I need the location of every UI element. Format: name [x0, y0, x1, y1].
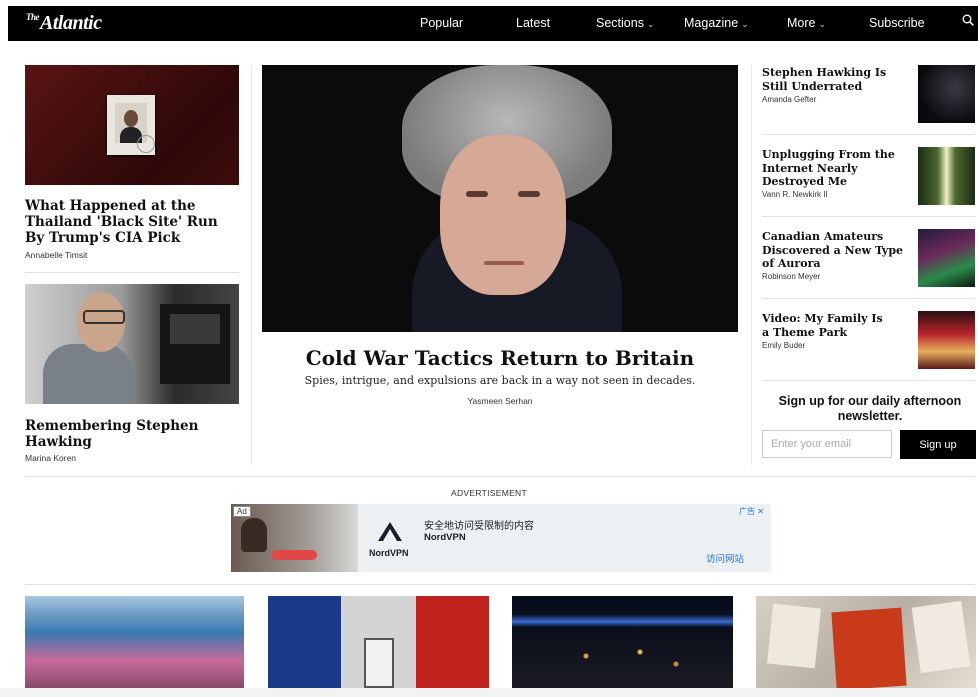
nav-more[interactable]: More ⌄	[787, 16, 826, 30]
sign-up-button[interactable]: Sign up	[900, 430, 976, 459]
divider	[25, 476, 975, 477]
ad-cta-link[interactable]: 访问网站	[706, 551, 744, 565]
ad-badge: Ad	[233, 506, 251, 517]
ad-headline[interactable]: 安全地访问受限制的内容	[424, 517, 534, 532]
nav-magazine[interactable]: Magazine ⌄	[684, 16, 749, 30]
feature-story-image[interactable]	[262, 65, 738, 332]
right-story-title[interactable]: Video: My Family Is a Theme Park	[762, 312, 892, 339]
right-story-thumbnail[interactable]	[918, 147, 975, 205]
nav-popular[interactable]: Popular	[420, 16, 463, 30]
right-story-thumbnail[interactable]	[918, 229, 975, 287]
right-story-author[interactable]: Vann R. Newkirk II	[762, 190, 828, 199]
right-story-author[interactable]: Robinson Meyer	[762, 272, 820, 281]
column-divider	[751, 65, 752, 465]
top-nav: TheAtlantic Popular Latest Sections ⌄ Mag…	[8, 6, 978, 41]
bottom-story-image[interactable]	[25, 596, 244, 688]
divider	[762, 216, 975, 217]
left-story-title[interactable]: Remembering Stephen Hawking	[25, 418, 225, 450]
column-divider	[251, 65, 252, 465]
bottom-story-image[interactable]	[512, 596, 733, 688]
passport-photo	[107, 95, 155, 155]
chevron-down-icon: ⌄	[646, 19, 655, 29]
close-icon[interactable]: ✕	[755, 507, 764, 516]
nordvpn-logo-icon	[378, 522, 402, 541]
left-story-author[interactable]: Annabelle Timsit	[25, 250, 87, 260]
email-field[interactable]	[762, 430, 892, 458]
newsletter-title: Sign up for our daily afternoon newslett…	[778, 394, 962, 423]
ad-brand: NordVPN	[424, 532, 466, 543]
right-story-author[interactable]: Emily Buder	[762, 341, 805, 350]
ad-choices[interactable]: 广告 ✕	[739, 506, 764, 517]
nav-subscribe[interactable]: Subscribe	[869, 16, 925, 30]
ad-banner[interactable]: Ad NordVPN 安全地访问受限制的内容 NordVPN 访问网站 广告 ✕	[231, 504, 771, 572]
right-story-title[interactable]: Canadian Amateurs Discovered a New Type …	[762, 230, 908, 271]
nav-latest[interactable]: Latest	[516, 16, 550, 30]
divider	[762, 134, 975, 135]
chevron-down-icon: ⌄	[741, 19, 749, 29]
chevron-down-icon: ⌄	[818, 19, 827, 29]
nav-sections[interactable]: Sections ⌄	[596, 16, 655, 30]
divider	[762, 298, 975, 299]
hawking-story-image[interactable]	[25, 284, 239, 404]
right-story-title[interactable]: Unplugging From the Internet Nearly Dest…	[762, 148, 908, 189]
bottom-story-image[interactable]	[268, 596, 489, 688]
left-story-title[interactable]: What Happened at the Thailand 'Black Sit…	[25, 198, 239, 246]
left-story-author[interactable]: Marina Koren	[25, 453, 76, 463]
divider	[25, 584, 975, 585]
atlantic-logo[interactable]: TheAtlantic	[26, 12, 102, 35]
feature-story-title[interactable]: Cold War Tactics Return to Britain	[262, 346, 738, 370]
feature-story-author[interactable]: Yasmeen Serhan	[262, 396, 738, 406]
ad-logo-text: NordVPN	[369, 548, 409, 558]
cia-story-image[interactable]	[25, 65, 239, 185]
feature-story-subtitle: Spies, intrigue, and expulsions are back…	[304, 374, 696, 387]
browser-status-strip	[0, 688, 978, 697]
right-story-author[interactable]: Amanda Gefter	[762, 95, 816, 104]
divider	[762, 380, 975, 381]
advertisement-label: ADVERTISEMENT	[450, 488, 527, 498]
bottom-story-image[interactable]	[756, 596, 976, 688]
right-story-thumbnail[interactable]	[918, 65, 975, 123]
divider	[25, 272, 239, 273]
right-story-title[interactable]: Stephen Hawking Is Still Underrated	[762, 66, 908, 93]
right-story-thumbnail[interactable]	[918, 311, 975, 369]
search-icon[interactable]	[962, 14, 974, 26]
